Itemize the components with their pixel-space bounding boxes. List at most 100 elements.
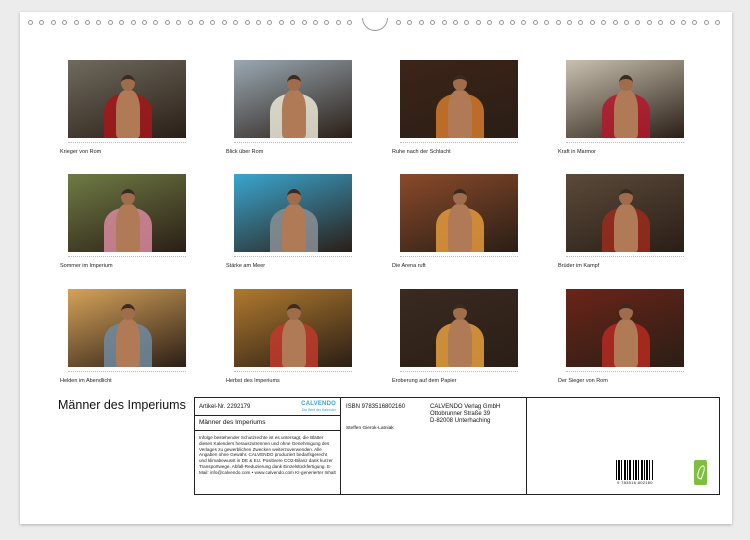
- month-photo: [400, 60, 518, 138]
- month-caption: Krieger von Rom: [60, 149, 102, 155]
- binding-hole: [464, 20, 470, 25]
- binding-hole: [221, 20, 227, 25]
- torso-shape: [116, 319, 140, 367]
- head-shape: [453, 189, 467, 205]
- calendar-title: Männer des Imperiums: [58, 398, 186, 412]
- torso-shape: [116, 204, 140, 252]
- author: Steffen Gierok-Latniak: [346, 426, 394, 431]
- binding-hole: [96, 20, 102, 25]
- torso-shape: [282, 319, 306, 367]
- head-shape: [287, 75, 301, 91]
- calvendo-logo: CALVENDO Die Welt der Kalender: [301, 401, 336, 413]
- month-photo: [566, 174, 684, 252]
- month-photo: [68, 289, 186, 367]
- head-shape: [453, 75, 467, 91]
- head-shape: [121, 189, 135, 205]
- binding-hole: [62, 20, 68, 25]
- info-column-product: Artikel-Nr. 2292179 CALVENDO Die Welt de…: [195, 398, 341, 494]
- month-photo: [234, 60, 352, 138]
- figure-silhouette: [104, 297, 152, 367]
- calendar-sheet: Krieger von Rom Blick über Rom Ruhe nach d…: [20, 12, 732, 524]
- torso-shape: [448, 90, 472, 138]
- binding-hole: [335, 20, 341, 25]
- month-caption: Stärke am Meer: [226, 263, 266, 269]
- month-photo: [566, 60, 684, 138]
- month-photo: [400, 289, 518, 367]
- torso-shape: [282, 204, 306, 252]
- info-column-isbn: ISBN 9783516802160 Steffen Gierok-Latnia…: [341, 398, 527, 494]
- binding-hole: [635, 20, 641, 25]
- month-tile: Ruhe nach der Schlacht: [352, 60, 518, 156]
- binding-hole: [244, 20, 250, 25]
- head-shape: [287, 304, 301, 320]
- torso-shape: [614, 319, 638, 367]
- figure-silhouette: [270, 182, 318, 252]
- torso-shape: [614, 90, 638, 138]
- binding-hole: [681, 20, 686, 25]
- head-shape: [619, 189, 633, 205]
- binding-hole: [324, 20, 330, 25]
- binding-hole: [612, 20, 618, 25]
- binding-hole: [142, 20, 147, 25]
- figure-silhouette: [602, 182, 650, 252]
- binding-hole: [567, 20, 572, 25]
- month-tile: Eroberung auf dem Papier: [352, 289, 518, 385]
- binding-hole: [267, 20, 273, 25]
- binding-hole: [658, 20, 664, 25]
- isbn: ISBN 9783516802160: [346, 404, 406, 410]
- head-shape: [121, 75, 135, 91]
- publisher-city: D-82008 Unterhaching: [430, 418, 491, 424]
- hanger-hook: [362, 18, 388, 31]
- month-caption: Sommer im Imperium: [60, 263, 113, 269]
- month-caption: Helden im Abendlicht: [60, 378, 112, 384]
- binding-hole: [210, 20, 216, 25]
- publisher-name: CALVENDO Verlag GmbH: [430, 404, 501, 410]
- month-photo: [400, 174, 518, 252]
- date-strip: [68, 139, 186, 143]
- publisher-street: Ottobrunner Straße 39: [430, 411, 491, 417]
- head-shape: [453, 304, 467, 320]
- month-caption: Ruhe nach der Schlacht: [392, 149, 451, 155]
- head-shape: [619, 304, 633, 320]
- month-tile: Die Arena ruft: [352, 174, 518, 270]
- month-tile: Herbst des Imperiums: [186, 289, 352, 385]
- month-tile: Helden im Abendlicht: [20, 289, 186, 385]
- binding-hole: [301, 20, 307, 25]
- info-box: Artikel-Nr. 2292179 CALVENDO Die Welt de…: [194, 397, 720, 495]
- binding-hole: [453, 20, 458, 25]
- binding-hole: [646, 20, 652, 25]
- month-caption: Eroberung auf dem Papier: [392, 378, 457, 384]
- binding-hole: [510, 20, 515, 25]
- month-tile: Stärke am Meer: [186, 174, 352, 270]
- binding-hole: [396, 20, 401, 25]
- binding-hole: [692, 20, 698, 25]
- torso-shape: [614, 204, 638, 252]
- binding-hole: [441, 20, 447, 25]
- binding-hole: [164, 20, 170, 25]
- month-tile: Blick über Rom: [186, 60, 352, 156]
- article-number: Artikel-Nr. 2292179: [199, 403, 251, 410]
- month-caption: Herbst des Imperiums: [226, 378, 280, 384]
- date-strip: [68, 368, 186, 372]
- month-caption: Brüder im Kampf: [558, 263, 600, 269]
- binding-hole: [278, 20, 284, 25]
- figure-silhouette: [436, 182, 484, 252]
- binding-hole: [73, 20, 79, 25]
- logo-name: CALVENDO: [301, 400, 336, 407]
- date-strip: [234, 139, 352, 143]
- date-strip: [400, 139, 518, 143]
- month-photo: [68, 174, 186, 252]
- torso-shape: [282, 90, 306, 138]
- torso-shape: [448, 319, 472, 367]
- head-shape: [287, 189, 301, 205]
- date-strip: [566, 253, 684, 257]
- month-caption: Blick über Rom: [226, 149, 264, 155]
- product-title: Männer des Imperiums: [195, 416, 340, 431]
- binding-hole: [233, 20, 239, 25]
- binding-hole: [290, 20, 296, 25]
- binding-hole: [578, 20, 584, 25]
- month-photo: [68, 60, 186, 138]
- publisher-address: CALVENDO Verlag GmbH Ottobrunner Straße …: [430, 404, 500, 425]
- legal-text: Infolge bestehender Schutzrechte ist es …: [199, 435, 336, 475]
- binding-hole: [199, 20, 204, 25]
